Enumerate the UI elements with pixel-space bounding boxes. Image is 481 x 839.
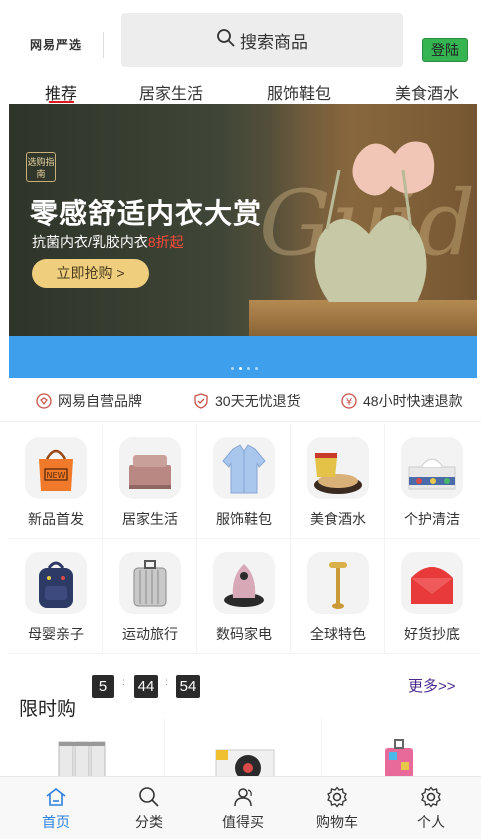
brand-icon bbox=[36, 393, 52, 409]
logo[interactable]: 网易严选 bbox=[22, 32, 104, 58]
carousel-dot-active[interactable] bbox=[239, 367, 242, 370]
tabbar-label: 个人 bbox=[417, 814, 445, 830]
bed-icon bbox=[119, 437, 181, 499]
banner-title: 零感舒适内衣大赏 bbox=[30, 198, 263, 229]
category-label: 全球特色 bbox=[310, 626, 366, 642]
home-icon bbox=[46, 787, 66, 806]
tabbar-label: 首页 bbox=[42, 814, 70, 830]
vacuum-icon bbox=[213, 552, 275, 614]
search-bar[interactable]: 搜索商品 bbox=[121, 13, 403, 67]
buy-now-button[interactable]: 立即抢购 > bbox=[32, 259, 149, 288]
countdown-minutes: 44 bbox=[134, 675, 158, 698]
tab-home-living[interactable]: 居家生活 bbox=[139, 80, 203, 104]
service-promises: 网易自营品牌 30天无忧退货 ¥ 48小时快速退款 bbox=[0, 382, 481, 422]
flash-sale-item[interactable] bbox=[9, 718, 165, 778]
tabbar-profile[interactable]: 个人 bbox=[401, 786, 461, 832]
shirt-icon bbox=[213, 437, 275, 499]
tabbar-category[interactable]: 分类 bbox=[119, 786, 179, 832]
promise-item: ¥ 48小时快速退款 bbox=[341, 391, 463, 411]
carousel-dot[interactable] bbox=[255, 367, 258, 370]
category-label: 好货抄底 bbox=[404, 626, 460, 642]
tabbar-cart[interactable]: 购物车 bbox=[307, 786, 367, 832]
promise-item: 30天无忧退货 bbox=[193, 391, 301, 411]
luggage-image bbox=[385, 739, 413, 778]
tabbar-label: 分类 bbox=[135, 814, 163, 830]
login-button[interactable]: 登陆 bbox=[422, 38, 468, 62]
category-sports-travel[interactable]: 运动旅行 bbox=[103, 539, 197, 654]
bra-product-image bbox=[314, 141, 435, 302]
svg-text:NEW: NEW bbox=[47, 471, 66, 480]
search-icon bbox=[139, 787, 159, 807]
category-label: 新品首发 bbox=[28, 511, 84, 527]
new-bag-icon: NEW bbox=[25, 437, 87, 499]
category-home-living[interactable]: 居家生活 bbox=[103, 424, 197, 539]
flash-sale-item[interactable] bbox=[323, 718, 477, 778]
flash-sale-section: 限时购 5 : 44 : 54 更多>> bbox=[0, 656, 481, 778]
search-icon bbox=[216, 28, 236, 53]
yen-icon: ¥ bbox=[341, 393, 357, 409]
tabbar-home[interactable]: 首页 bbox=[26, 786, 86, 832]
countdown-seconds: 54 bbox=[176, 675, 200, 698]
category-label: 美食酒水 bbox=[310, 511, 366, 527]
shield-icon bbox=[194, 393, 208, 409]
flash-sale-title: 限时购 bbox=[19, 699, 77, 720]
countdown-separator: : bbox=[165, 677, 168, 688]
tab-food-drinks[interactable]: 美食酒水 bbox=[395, 80, 459, 104]
tabbar-label: 值得买 bbox=[222, 814, 264, 830]
promise-item: 网易自营品牌 bbox=[36, 391, 142, 411]
carousel-dot[interactable] bbox=[247, 367, 250, 370]
category-food-drinks[interactable]: 美食酒水 bbox=[291, 424, 385, 539]
category-personal-care[interactable]: 个护清洁 bbox=[385, 424, 479, 539]
carousel-dots bbox=[231, 367, 258, 370]
category-label: 服饰鞋包 bbox=[216, 511, 272, 527]
countdown-hours: 5 bbox=[92, 675, 114, 698]
category-electronics[interactable]: 数码家电 bbox=[197, 539, 291, 654]
backpack-icon bbox=[25, 552, 87, 614]
tabbar-worth-buying[interactable]: 值得买 bbox=[213, 786, 273, 832]
category-label: 数码家电 bbox=[216, 626, 272, 642]
header: 网易严选 搜索商品 登陆 bbox=[0, 0, 481, 76]
svg-text:¥: ¥ bbox=[346, 397, 352, 408]
category-tabs: 推荐 居家生活 服饰鞋包 美食酒水 bbox=[0, 76, 481, 104]
banner-image: Guide 选购指南 零感舒适内衣大赏 抗菌内衣/乳胶内衣8折起 立即抢购 > bbox=[9, 104, 477, 336]
user-group-icon bbox=[234, 788, 252, 807]
promise-label: 30天无忧退货 bbox=[215, 393, 301, 409]
category-label: 运动旅行 bbox=[122, 626, 178, 642]
category-label: 居家生活 bbox=[122, 511, 178, 527]
flash-sale-item[interactable] bbox=[166, 718, 322, 778]
category-baby-kids[interactable]: 母婴亲子 bbox=[9, 539, 103, 654]
suitcase-icon bbox=[119, 552, 181, 614]
scale-image bbox=[215, 749, 275, 778]
banner-footer-strip bbox=[9, 336, 477, 378]
search-placeholder: 搜索商品 bbox=[240, 32, 308, 52]
promo-banner[interactable]: Guide 选购指南 零感舒适内衣大赏 抗菌内衣/乳胶内衣8折起 立即抢购 > bbox=[9, 104, 477, 378]
gear-icon bbox=[327, 786, 347, 808]
guide-badge: 选购指南 bbox=[26, 152, 56, 182]
bottom-tab-bar: 首页 分类 值得买 购物车 个人 bbox=[0, 776, 481, 839]
countdown-separator: : bbox=[122, 677, 125, 688]
tabbar-label: 购物车 bbox=[316, 814, 358, 830]
banner-subtitle: 抗菌内衣/乳胶内衣8折起 bbox=[32, 234, 184, 250]
roller-icon bbox=[307, 552, 369, 614]
tissue-icon bbox=[401, 437, 463, 499]
tab-active-indicator bbox=[49, 101, 74, 103]
promise-label: 网易自营品牌 bbox=[58, 393, 142, 409]
category-bargains[interactable]: 好货抄底 bbox=[385, 539, 479, 654]
tab-apparel[interactable]: 服饰鞋包 bbox=[267, 80, 331, 104]
storage-jars-image bbox=[58, 741, 106, 778]
envelope-icon bbox=[401, 552, 463, 614]
gear-icon bbox=[421, 786, 441, 808]
promise-label: 48小时快速退款 bbox=[363, 393, 463, 409]
category-label: 母婴亲子 bbox=[28, 626, 84, 642]
noodle-icon bbox=[307, 437, 369, 499]
carousel-dot[interactable] bbox=[231, 367, 234, 370]
category-new-arrivals[interactable]: NEW 新品首发 bbox=[9, 424, 103, 539]
banner-discount: 8折起 bbox=[147, 234, 184, 250]
category-apparel[interactable]: 服饰鞋包 bbox=[197, 424, 291, 539]
category-global[interactable]: 全球特色 bbox=[291, 539, 385, 654]
category-label: 个护清洁 bbox=[404, 511, 460, 527]
more-link[interactable]: 更多>> bbox=[408, 675, 456, 696]
